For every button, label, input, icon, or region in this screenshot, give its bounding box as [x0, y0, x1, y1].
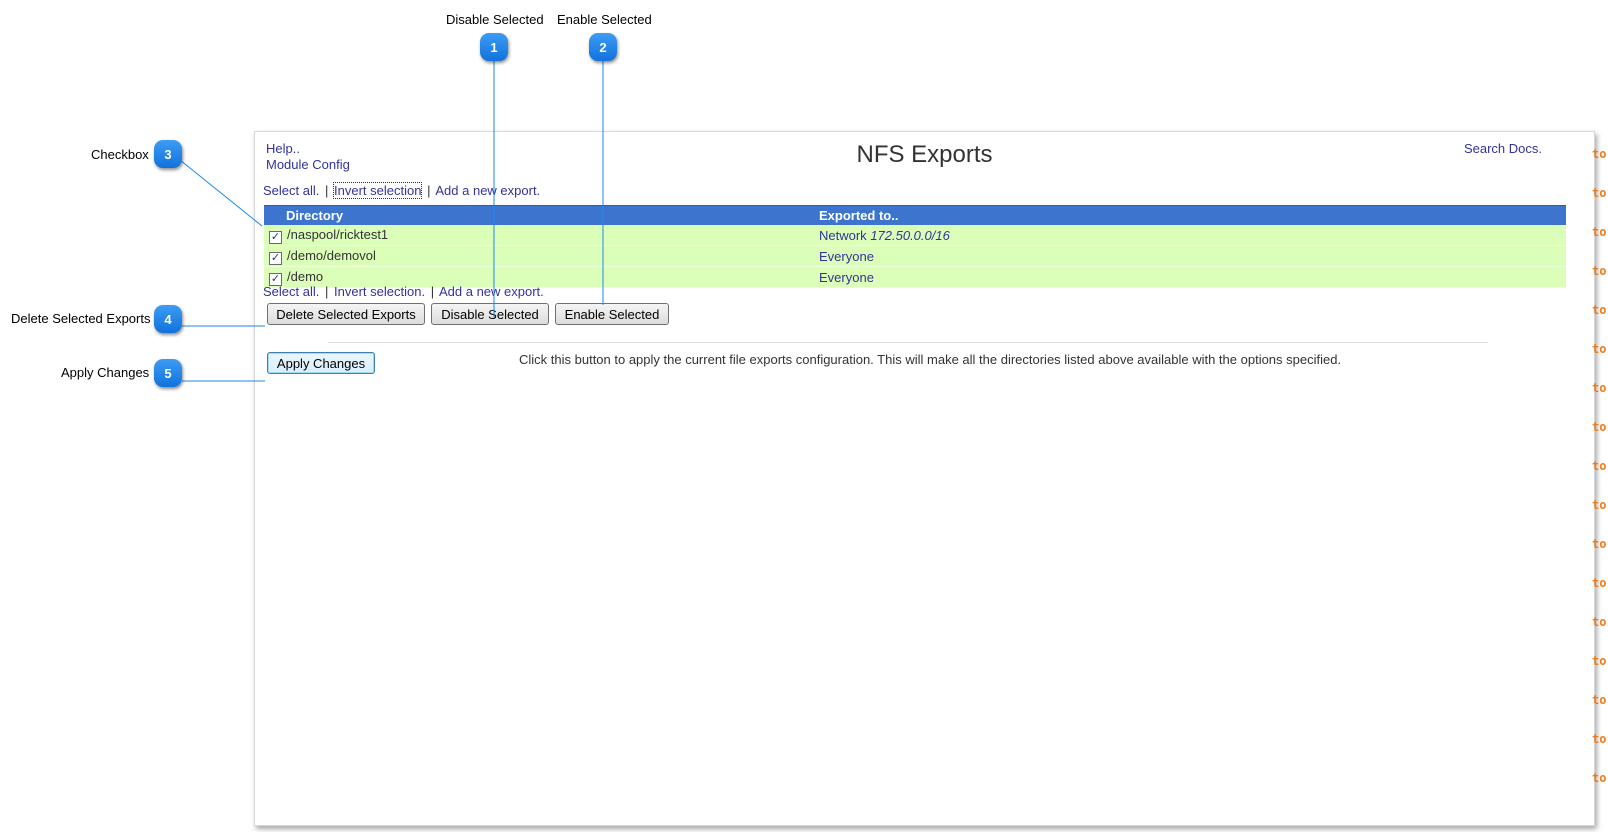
- directory-cell: ✓ /naspool/ricktest1: [264, 225, 819, 246]
- row-checkbox[interactable]: ✓: [269, 251, 282, 265]
- table-row: ✓ /demo/demovol Everyone: [264, 245, 1566, 267]
- invert-selection-link[interactable]: Invert selection: [333, 182, 423, 199]
- check-mark-icon: ✓: [270, 272, 281, 285]
- gutter-text: to: [1592, 420, 1607, 434]
- separator: |: [325, 183, 329, 198]
- gutter-text: to: [1592, 147, 1607, 161]
- gutter-text: to: [1592, 303, 1607, 317]
- connector-3: [179, 159, 263, 227]
- row-checkbox[interactable]: ✓: [269, 230, 282, 244]
- directory-link[interactable]: /naspool/ricktest1: [287, 227, 388, 242]
- callout-badge-3: 3: [154, 140, 182, 168]
- exports-table: Directory Exported to.. ✓ /naspool/rickte…: [264, 205, 1566, 288]
- gutter-text: to: [1592, 576, 1607, 590]
- select-all-link[interactable]: Select all.: [263, 284, 319, 299]
- callout-label-apply-changes: Apply Changes: [61, 365, 150, 380]
- callout-label-enable-selected: Enable Selected: [557, 12, 652, 27]
- table-row: ✓ /naspool/ricktest1 Network 172.50.0.0/1…: [264, 225, 1566, 246]
- exported-to-type: Everyone: [819, 269, 874, 285]
- gutter-text: to: [1592, 264, 1607, 278]
- invert-selection-link[interactable]: Invert selection.: [334, 284, 425, 299]
- gutter-text: to: [1592, 498, 1607, 512]
- exported-to-cell: Everyone: [819, 245, 1566, 267]
- gutter-text: to: [1592, 537, 1607, 551]
- gutter-text: to: [1592, 186, 1607, 200]
- enable-selected-button[interactable]: Enable Selected: [555, 303, 669, 325]
- check-mark-icon: ✓: [270, 230, 281, 243]
- gutter-text: to: [1592, 615, 1607, 629]
- exported-to-cell: Everyone: [819, 266, 1566, 288]
- callout-badge-4: 4: [154, 305, 182, 333]
- gutter-text: to: [1592, 732, 1607, 746]
- nfs-exports-frame: Help.. Module Config NFS Exports Search …: [254, 131, 1595, 826]
- select-all-link[interactable]: Select all.: [263, 183, 319, 198]
- apply-changes-button[interactable]: Apply Changes: [267, 352, 375, 374]
- callout-badge-2: 2: [589, 33, 617, 61]
- gutter-text: to: [1592, 381, 1607, 395]
- search-docs-link[interactable]: Search Docs.: [1464, 141, 1542, 156]
- disable-selected-button[interactable]: Disable Selected: [431, 303, 549, 325]
- column-header-exported-to: Exported to..: [819, 205, 1566, 225]
- page-title: NFS Exports: [856, 141, 993, 168]
- table-header-row: Directory Exported to..: [264, 205, 1566, 225]
- callout-badge-1: 1: [480, 33, 508, 61]
- gutter-text: to: [1592, 654, 1607, 668]
- exported-to-cell: Network 172.50.0.0/16: [819, 225, 1566, 246]
- selection-bar-top: Select all. | Invert selection | Add a n…: [263, 182, 540, 199]
- add-export-link[interactable]: Add a new export.: [439, 284, 544, 299]
- check-mark-icon: ✓: [270, 251, 281, 264]
- divider: [328, 342, 1488, 343]
- delete-selected-exports-button[interactable]: Delete Selected Exports: [267, 303, 425, 325]
- callout-label-disable-selected: Disable Selected: [446, 12, 544, 27]
- separator: |: [427, 183, 431, 198]
- apply-changes-description: Click this button to apply the current f…: [519, 352, 1342, 367]
- gutter-text: to: [1592, 459, 1607, 473]
- gutter-text: to: [1592, 693, 1607, 707]
- add-export-link[interactable]: Add a new export.: [435, 183, 540, 198]
- gutter-text: to: [1592, 342, 1607, 356]
- exported-to-type: Network: [819, 227, 867, 243]
- exported-to-network: 172.50.0.0/16: [870, 227, 950, 243]
- gutter-text: to: [1592, 225, 1607, 239]
- callout-label-checkbox: Checkbox: [91, 147, 149, 162]
- directory-cell: ✓ /demo/demovol: [264, 245, 819, 267]
- gutter-text: to: [1592, 771, 1607, 785]
- callout-badge-5: 5: [154, 359, 182, 387]
- separator: |: [325, 284, 329, 299]
- selection-bar-bottom: Select all. | Invert selection. | Add a …: [263, 284, 544, 299]
- exported-to-type: Everyone: [819, 248, 874, 264]
- directory-link[interactable]: /demo: [287, 269, 323, 284]
- directory-link[interactable]: /demo/demovol: [287, 248, 376, 263]
- column-header-directory: Directory: [264, 205, 819, 225]
- callout-label-delete-selected: Delete Selected Exports: [11, 311, 151, 326]
- separator: |: [430, 284, 435, 299]
